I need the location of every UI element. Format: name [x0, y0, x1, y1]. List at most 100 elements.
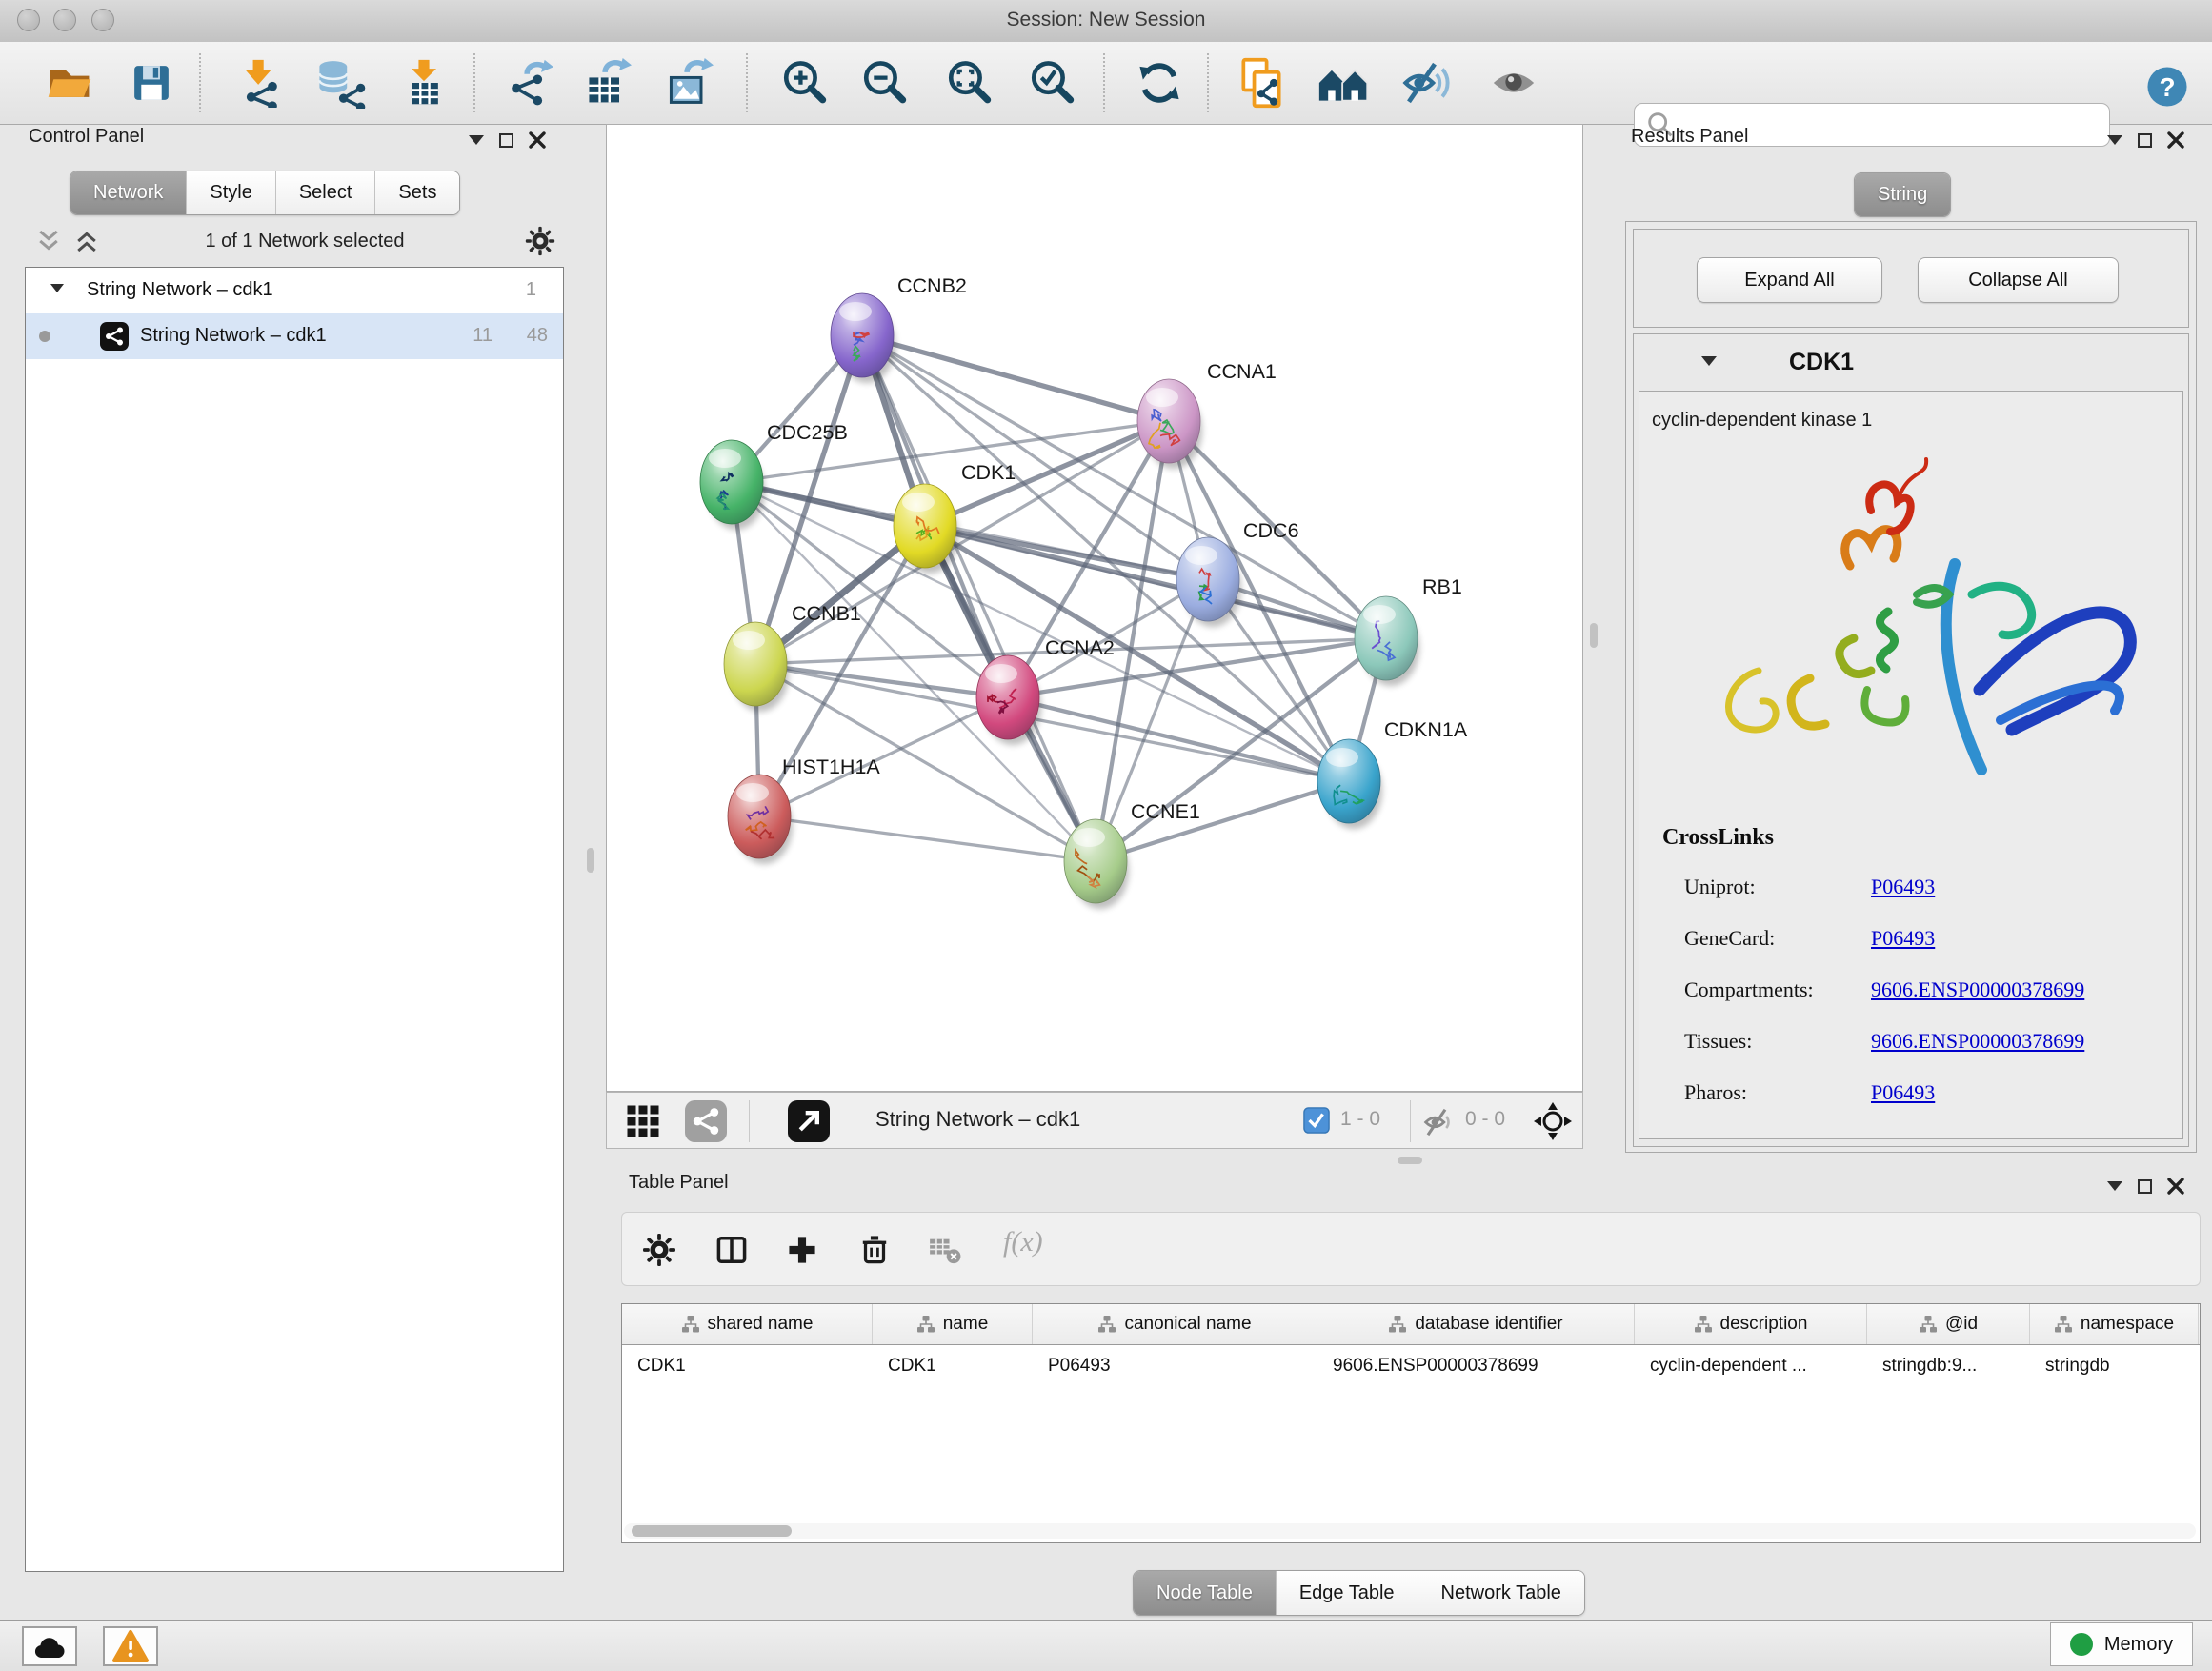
tab-network-table[interactable]: Network Table	[1418, 1571, 1584, 1615]
string-home-button[interactable]	[1317, 55, 1371, 111]
close-panel-icon[interactable]	[2167, 131, 2184, 149]
memory-button[interactable]: Memory	[2050, 1622, 2193, 1666]
bottom-splitter-handle[interactable]	[1398, 1157, 1422, 1164]
open-session-button[interactable]	[43, 55, 96, 111]
birds-eye-grid-icon[interactable]	[623, 1101, 663, 1141]
network-node-CCNB2[interactable]: CCNB2	[831, 274, 967, 383]
show-columns-icon[interactable]	[714, 1232, 750, 1268]
tab-style[interactable]: Style	[187, 171, 275, 214]
tab-sets[interactable]: Sets	[375, 171, 459, 214]
table-toolbar: f(x)	[621, 1212, 2201, 1286]
table-panel-header-icons	[2107, 1178, 2184, 1195]
close-panel-icon[interactable]	[2167, 1178, 2184, 1195]
network-node-CDKN1A[interactable]: CDKN1A	[1317, 718, 1468, 829]
network-node-RB1[interactable]: RB1	[1355, 575, 1462, 686]
collapse-panel-icon[interactable]	[2107, 135, 2122, 145]
network-node-CCNE1[interactable]: CCNE1	[1064, 800, 1200, 909]
export-image-button[interactable]	[662, 55, 715, 111]
refresh-view-button[interactable]	[1133, 55, 1186, 111]
table-cell[interactable]: stringdb	[2030, 1345, 2199, 1387]
column-header-name[interactable]: name	[873, 1304, 1033, 1344]
expand-all-button[interactable]: Expand All	[1697, 257, 1882, 303]
column-header-namespace[interactable]: namespace	[2030, 1304, 2199, 1344]
hide-unselected-button[interactable]	[1399, 55, 1453, 111]
column-header--id[interactable]: @id	[1867, 1304, 2030, 1344]
export-image-icon	[664, 58, 714, 108]
collapse-all-button[interactable]: Collapse All	[1918, 257, 2119, 303]
network-collection-row[interactable]: String Network – cdk1 1	[26, 268, 563, 313]
string-clone-network-button[interactable]	[1235, 55, 1288, 111]
table-cell[interactable]: CDK1	[873, 1345, 1033, 1387]
collapse-panel-icon[interactable]	[2107, 1181, 2122, 1191]
scrollbar-thumb[interactable]	[632, 1525, 792, 1537]
network-row-selected[interactable]: String Network – cdk1 11 48	[26, 313, 563, 359]
float-panel-icon[interactable]	[2138, 1179, 2152, 1194]
help-button[interactable]: ?	[2141, 59, 2194, 114]
network-edge[interactable]	[755, 421, 1169, 664]
protein-collapse-icon[interactable]	[1701, 356, 1717, 366]
network-edge[interactable]	[862, 335, 1096, 861]
close-panel-icon[interactable]	[529, 131, 546, 149]
tab-edge-table[interactable]: Edge Table	[1277, 1571, 1418, 1615]
float-panel-icon[interactable]	[2138, 133, 2152, 148]
network-edge[interactable]	[862, 335, 1386, 638]
table-cell[interactable]: P06493	[1033, 1345, 1317, 1387]
status-bar: Memory	[0, 1620, 2212, 1671]
collapse-all-networks-icon[interactable]	[34, 227, 63, 255]
tree-expand-icon[interactable]	[50, 284, 64, 292]
cloud-status-button[interactable]	[22, 1626, 77, 1666]
tab-string[interactable]: String	[1855, 173, 1950, 216]
column-header-description[interactable]: description	[1635, 1304, 1867, 1344]
zoom-in-button[interactable]	[777, 55, 831, 111]
delete-column-trash-icon[interactable]	[856, 1230, 893, 1268]
warnings-button[interactable]	[103, 1626, 158, 1666]
zoom-fit-button[interactable]	[942, 55, 995, 111]
tab-node-table[interactable]: Node Table	[1134, 1571, 1277, 1615]
table-options-gear-icon[interactable]	[641, 1232, 677, 1268]
collapse-panel-icon[interactable]	[469, 135, 484, 145]
export-table-button[interactable]	[580, 55, 633, 111]
tab-network[interactable]: Network	[70, 171, 187, 214]
crosslinks-title: CrossLinks	[1662, 825, 1774, 851]
network-edge-count: 48	[510, 325, 548, 347]
table-cell[interactable]: CDK1	[622, 1345, 873, 1387]
left-splitter-handle[interactable]	[587, 848, 594, 873]
crosslink-pharos-[interactable]: P06493	[1871, 1080, 1935, 1105]
table-cell[interactable]: cyclin-dependent ...	[1635, 1345, 1867, 1387]
column-header-database-identifier[interactable]: database identifier	[1317, 1304, 1635, 1344]
export-network-button[interactable]	[502, 55, 555, 111]
column-header-canonical-name[interactable]: canonical name	[1033, 1304, 1317, 1344]
crosslink-genecard-[interactable]: P06493	[1871, 926, 1935, 951]
float-panel-icon[interactable]	[499, 133, 513, 148]
string-network-icon	[100, 322, 129, 351]
network-node-CCNA1[interactable]: CCNA1	[1137, 360, 1277, 469]
import-table-button[interactable]	[397, 55, 451, 111]
network-edge[interactable]	[759, 816, 1096, 861]
zoom-out-button[interactable]	[857, 55, 911, 111]
crosslink-tissues-[interactable]: 9606.ENSP00000378699	[1871, 1029, 2084, 1054]
import-network-button[interactable]	[233, 55, 287, 111]
network-node-CCNB1[interactable]: CCNB1	[724, 602, 861, 712]
table-cell[interactable]: 9606.ENSP00000378699	[1317, 1345, 1635, 1387]
zoom-selected-button[interactable]	[1025, 55, 1078, 111]
open-in-window-icon[interactable]	[788, 1100, 830, 1142]
create-column-plus-icon[interactable]	[784, 1232, 820, 1268]
tab-select[interactable]: Select	[276, 171, 376, 214]
fit-content-crosshair-icon[interactable]	[1532, 1100, 1574, 1142]
save-session-button[interactable]	[125, 55, 178, 111]
selected-checkbox-icon[interactable]	[1303, 1107, 1330, 1134]
table-cell[interactable]: stringdb:9...	[1867, 1345, 2030, 1387]
crosslink-uniprot-[interactable]: P06493	[1871, 875, 1935, 899]
right-splitter-handle[interactable]	[1590, 623, 1598, 648]
horizontal-scrollbar[interactable]	[624, 1523, 2196, 1539]
expand-all-networks-icon[interactable]	[72, 227, 101, 255]
table-row[interactable]: CDK1CDK1P064939606.ENSP00000378699cyclin…	[622, 1345, 2200, 1387]
network-canvas[interactable]: CCNB2CCNA1CDC25BCDK1CDC6RB1CCNB1CCNA2CDK…	[606, 124, 1583, 1092]
network-node-HIST1H1A[interactable]: HIST1H1A	[728, 755, 880, 864]
crosslink-compartments-[interactable]: 9606.ENSP00000378699	[1871, 977, 2084, 1002]
column-header-shared-name[interactable]: shared name	[622, 1304, 873, 1344]
network-options-gear-icon[interactable]	[524, 225, 556, 257]
show-all-button[interactable]	[1487, 55, 1540, 111]
string-view-icon[interactable]	[685, 1100, 727, 1142]
import-network-from-database-button[interactable]	[313, 55, 367, 111]
